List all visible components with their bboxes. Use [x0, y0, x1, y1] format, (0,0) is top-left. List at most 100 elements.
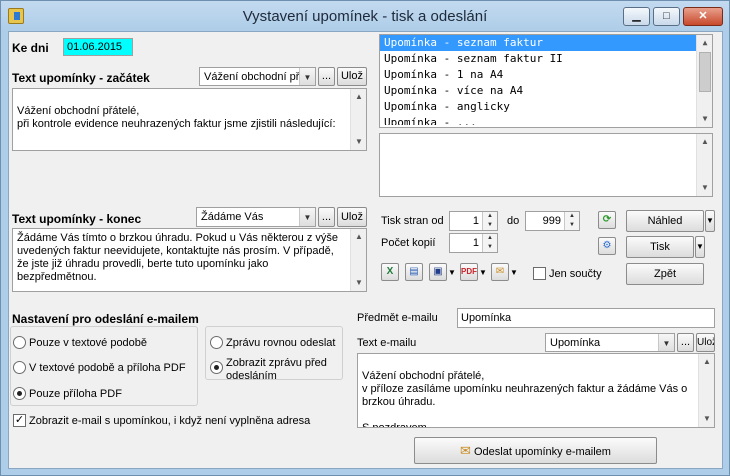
radio-show-before[interactable]	[210, 361, 223, 374]
scroll-up-icon[interactable]: ▲	[351, 89, 366, 105]
print-label: Tisk	[650, 241, 670, 253]
print-button[interactable]: Tisk	[626, 236, 694, 258]
list-item[interactable]: Upomínka - seznam faktur	[380, 35, 712, 51]
show-without-address-label: Zobrazit e-mail s upomínkou, i když není…	[29, 415, 311, 427]
pdf-dropdown-icon[interactable]: ▼	[479, 268, 487, 277]
scroll-down-icon[interactable]: ▼	[697, 111, 712, 127]
save-dropdown-icon[interactable]: ▼	[448, 268, 456, 277]
scroll-up-icon[interactable]: ▲	[351, 229, 366, 245]
text-end-combo-value: Žádáme Vás	[201, 211, 264, 223]
list-item[interactable]: Upomínka - více na A4	[380, 83, 712, 99]
spinner-arrows-icon[interactable]: ▲ ▼	[482, 234, 497, 252]
email-text-combo-value: Upomínka	[550, 337, 601, 349]
excel-icon[interactable]: X	[381, 263, 399, 281]
text-end-browse-button[interactable]: ...	[318, 207, 335, 227]
send-email-label: Odeslat upomínky e-mailem	[474, 446, 611, 458]
chevron-down-icon[interactable]: ▼	[299, 68, 315, 85]
totals-only-checkbox[interactable]	[533, 267, 546, 280]
scroll-up-icon[interactable]: ▲	[697, 134, 712, 150]
preview-dropdown-button[interactable]: ▼	[705, 210, 715, 232]
text-end-content: Žádáme Vás tímto o brzkou úhradu. Pokud …	[17, 232, 339, 283]
text-start-combo[interactable]: Vážení obchodní př ▼	[199, 67, 316, 86]
text-end-scrollbar[interactable]: ▲ ▼	[350, 229, 366, 291]
copies-spinner[interactable]: 1 ▲ ▼	[449, 233, 498, 253]
text-end-label: Text upomínky - konec	[12, 212, 142, 226]
report-list-scrollbar[interactable]: ▲ ▼	[696, 35, 712, 127]
email-icon[interactable]: ✉	[491, 263, 509, 281]
report-list[interactable]: Upomínka - seznam faktur Upomínka - sezn…	[379, 34, 713, 128]
list-item[interactable]: Upomínka - seznam faktur II	[380, 51, 712, 67]
pdf-icon[interactable]: PDF	[460, 263, 478, 281]
radio-text-only-label: Pouze v textové podobě	[29, 337, 148, 349]
email-settings-title: Nastavení pro odeslání e-mailem	[12, 312, 199, 326]
save-disk-icon[interactable]: ▣	[429, 263, 447, 281]
dialog-content: Ke dni 01.06.2015 Text upomínky - začáte…	[8, 31, 723, 469]
report-description-scrollbar[interactable]: ▲ ▼	[696, 134, 712, 196]
email-subject-field[interactable]: Upomínka	[457, 308, 715, 328]
scroll-thumb[interactable]	[699, 52, 711, 92]
radio-text-pdf-label: V textové podobě a příloha PDF	[29, 362, 186, 374]
scroll-up-icon[interactable]: ▲	[697, 35, 712, 51]
email-text-combo[interactable]: Upomínka ▼	[545, 333, 675, 352]
chevron-down-icon[interactable]: ▼	[658, 334, 674, 351]
send-email-button[interactable]: ✉ Odeslat upomínky e-mailem	[414, 437, 657, 464]
radio-show-before-label: Zobrazit zprávu před odesláním	[226, 357, 327, 382]
scroll-down-icon[interactable]: ▼	[699, 411, 714, 427]
text-end-combo[interactable]: Žádáme Vás ▼	[196, 207, 316, 227]
text-start-label: Text upomínky - začátek	[12, 71, 150, 85]
text-start-area[interactable]: Vážení obchodní přátelé, při kontrole ev…	[12, 88, 367, 151]
pages-to-value: 999	[542, 215, 561, 227]
show-without-address-checkbox[interactable]: ✓	[13, 414, 26, 427]
report-description: ▲ ▼	[379, 133, 713, 197]
scroll-down-icon[interactable]: ▼	[697, 180, 712, 196]
copies-value: 1	[472, 237, 479, 249]
back-button[interactable]: Zpět	[626, 263, 704, 285]
pages-to-spinner[interactable]: 999 ▲ ▼	[525, 211, 580, 231]
radio-send-now-label: Zprávu rovnou odeslat	[226, 337, 336, 349]
scroll-up-icon[interactable]: ▲	[699, 354, 714, 370]
list-item[interactable]: Upomínka - ...	[380, 115, 712, 125]
email-dropdown-icon[interactable]: ▼	[510, 268, 518, 277]
list-item[interactable]: Upomínka - anglicky	[380, 99, 712, 115]
text-start-save-button[interactable]: Ulož	[337, 67, 367, 86]
radio-pdf-only[interactable]	[13, 387, 26, 400]
print-dropdown-button[interactable]: ▼	[695, 236, 705, 258]
text-end-save-button[interactable]: Ulož	[337, 207, 367, 227]
scroll-down-icon[interactable]: ▼	[351, 275, 366, 291]
close-button[interactable]: ✕	[683, 7, 723, 26]
maximize-button[interactable]: □	[653, 7, 680, 26]
pages-from-label: Tisk stran od	[381, 215, 444, 227]
copies-label: Počet kopií	[381, 237, 436, 249]
chevron-down-icon[interactable]: ▼	[299, 208, 315, 226]
scroll-down-icon[interactable]: ▼	[351, 134, 366, 150]
email-body-scrollbar[interactable]: ▲ ▼	[698, 354, 714, 427]
preview-button[interactable]: Náhled	[626, 210, 704, 232]
back-label: Zpět	[653, 268, 676, 280]
document-icon[interactable]: ▤	[405, 263, 423, 281]
text-start-scrollbar[interactable]: ▲ ▼	[350, 89, 366, 150]
email-save-button[interactable]: Ulož	[696, 333, 715, 352]
spinner-arrows-icon[interactable]: ▲ ▼	[564, 212, 579, 230]
text-start-combo-value: Vážení obchodní př	[204, 71, 300, 83]
radio-text-pdf[interactable]	[13, 361, 26, 374]
text-end-area[interactable]: Žádáme Vás tímto o brzkou úhradu. Pokud …	[12, 228, 367, 292]
minimize-button[interactable]: ▁	[623, 7, 650, 26]
text-start-content: Vážení obchodní přátelé, při kontrole ev…	[17, 105, 336, 130]
pages-from-spinner[interactable]: 1 ▲ ▼	[449, 211, 498, 231]
refresh-icon[interactable]: ⟳	[598, 211, 616, 229]
email-body-content: Vážení obchodní přátelé, v příloze zasíl…	[362, 370, 688, 428]
pages-to-label: do	[507, 215, 520, 227]
spinner-arrows-icon[interactable]: ▲ ▼	[482, 212, 497, 230]
list-item[interactable]: Upomínka - 1 na A4	[380, 67, 712, 83]
text-start-browse-button[interactable]: ...	[318, 67, 335, 86]
email-browse-button[interactable]: ...	[677, 333, 694, 352]
date-field[interactable]: 01.06.2015	[63, 38, 133, 56]
totals-only-label: Jen součty	[549, 268, 602, 280]
title-bar[interactable]: Vystavení upomínek - tisk a odeslání ▁ □…	[1, 1, 729, 31]
date-label: Ke dni	[12, 41, 49, 55]
settings-gear-icon[interactable]: ⚙	[598, 237, 616, 255]
email-subject-label: Předmět e-mailu	[357, 312, 438, 324]
radio-text-only[interactable]	[13, 336, 26, 349]
email-body-area[interactable]: Vážení obchodní přátelé, v příloze zasíl…	[357, 353, 715, 428]
radio-send-now[interactable]	[210, 336, 223, 349]
